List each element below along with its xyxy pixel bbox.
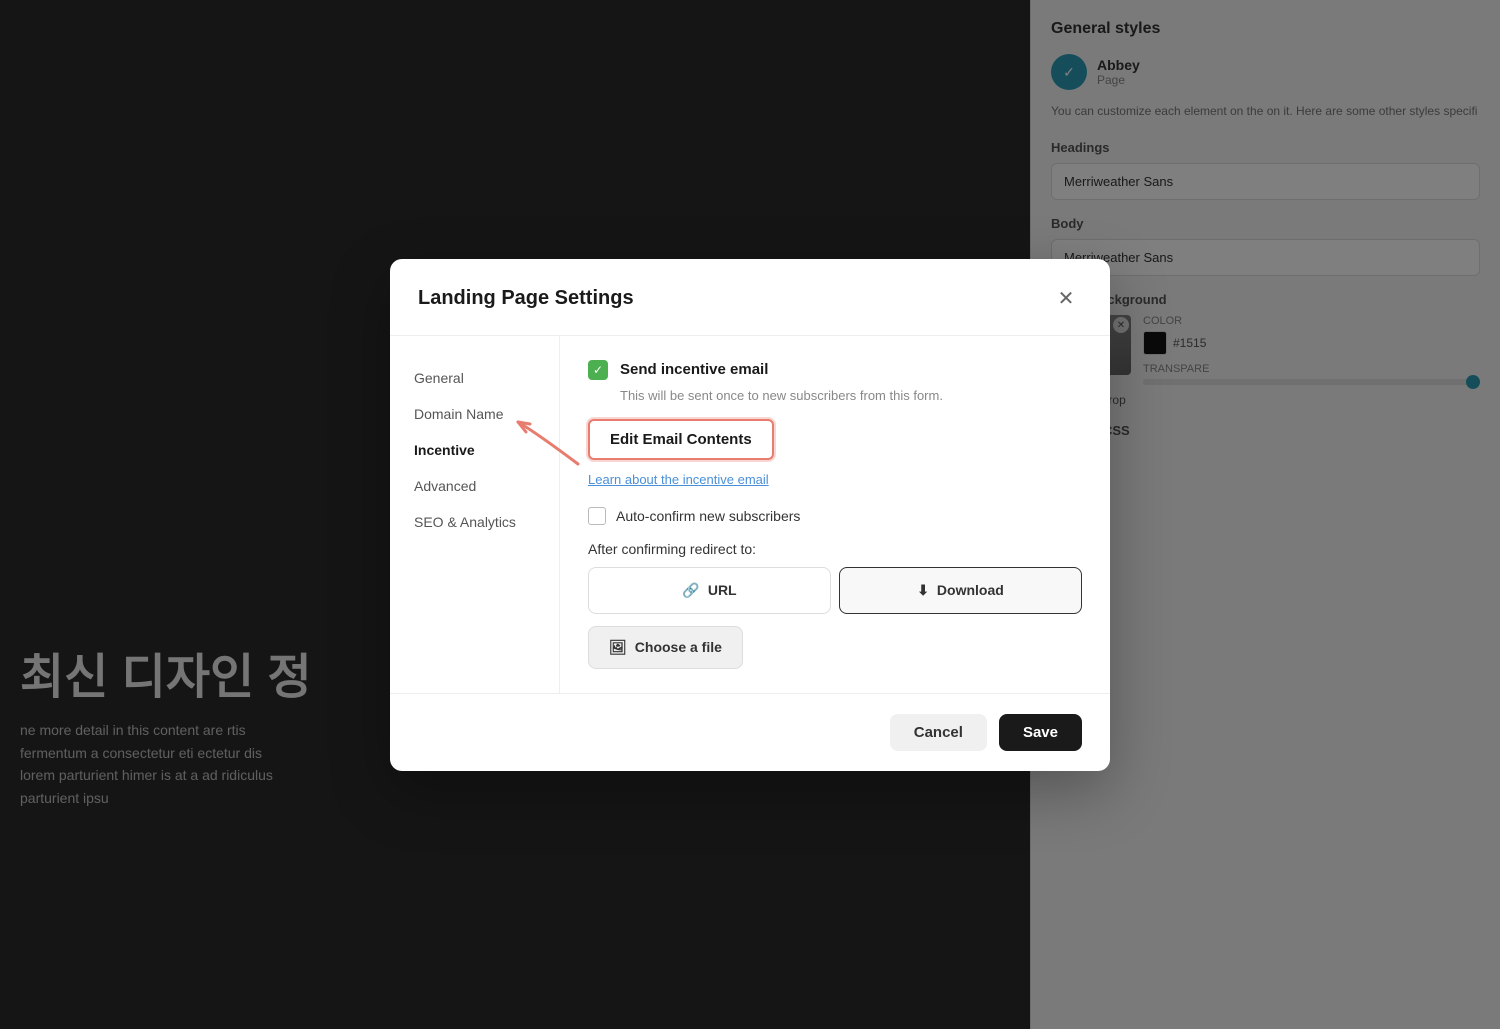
send-incentive-row: ✓ Send incentive email [588,360,1082,380]
redirect-label: After confirming redirect to: [588,541,1082,557]
modal-overlay: Landing Page Settings ✕ General Domain N… [0,0,1500,1029]
save-button[interactable]: Save [999,714,1082,751]
send-incentive-label: Send incentive email [620,361,768,378]
nav-item-incentive[interactable]: Incentive [390,432,559,468]
download-icon: ⬇ [917,582,929,599]
dialog-nav: General Domain Name Incentive Advanced S… [390,336,560,693]
nav-item-advanced[interactable]: Advanced [390,468,559,504]
edit-email-contents-button[interactable]: Edit Email Contents [588,419,774,460]
auto-confirm-label: Auto-confirm new subscribers [616,508,800,524]
dialog-content: ✓ Send incentive email This will be sent… [560,336,1110,693]
auto-confirm-row: Auto-confirm new subscribers [588,507,1082,525]
cancel-button[interactable]: Cancel [890,714,987,751]
download-btn-label: Download [937,582,1004,598]
send-incentive-checkbox[interactable]: ✓ [588,360,608,380]
url-redirect-button[interactable]: 🔗 URL [588,567,831,614]
download-redirect-button[interactable]: ⬇ Download [839,567,1082,614]
link-icon: 🔗 [682,582,699,599]
edit-email-section: Edit Email Contents [588,419,1082,460]
dialog-title: Landing Page Settings [418,287,634,310]
nav-item-seo-analytics[interactable]: SEO & Analytics [390,504,559,540]
dialog-header: Landing Page Settings ✕ [390,259,1110,336]
nav-item-general[interactable]: General [390,360,559,396]
auto-confirm-checkbox[interactable] [588,507,606,525]
nav-item-domain-name[interactable]: Domain Name [390,396,559,432]
redirect-options: 🔗 URL ⬇ Download [588,567,1082,614]
dialog-close-button[interactable]: ✕ [1050,283,1082,315]
image-icon: 🖼 [609,639,627,656]
choose-file-label: Choose a file [635,639,722,655]
send-incentive-desc: This will be sent once to new subscriber… [588,388,1082,403]
dialog-footer: Cancel Save [390,693,1110,771]
learn-incentive-link[interactable]: Learn about the incentive email [588,472,1082,487]
landing-page-settings-dialog: Landing Page Settings ✕ General Domain N… [390,259,1110,771]
choose-file-button[interactable]: 🖼 Choose a file [588,626,743,669]
dialog-body: General Domain Name Incentive Advanced S… [390,336,1110,693]
url-btn-label: URL [708,582,737,598]
